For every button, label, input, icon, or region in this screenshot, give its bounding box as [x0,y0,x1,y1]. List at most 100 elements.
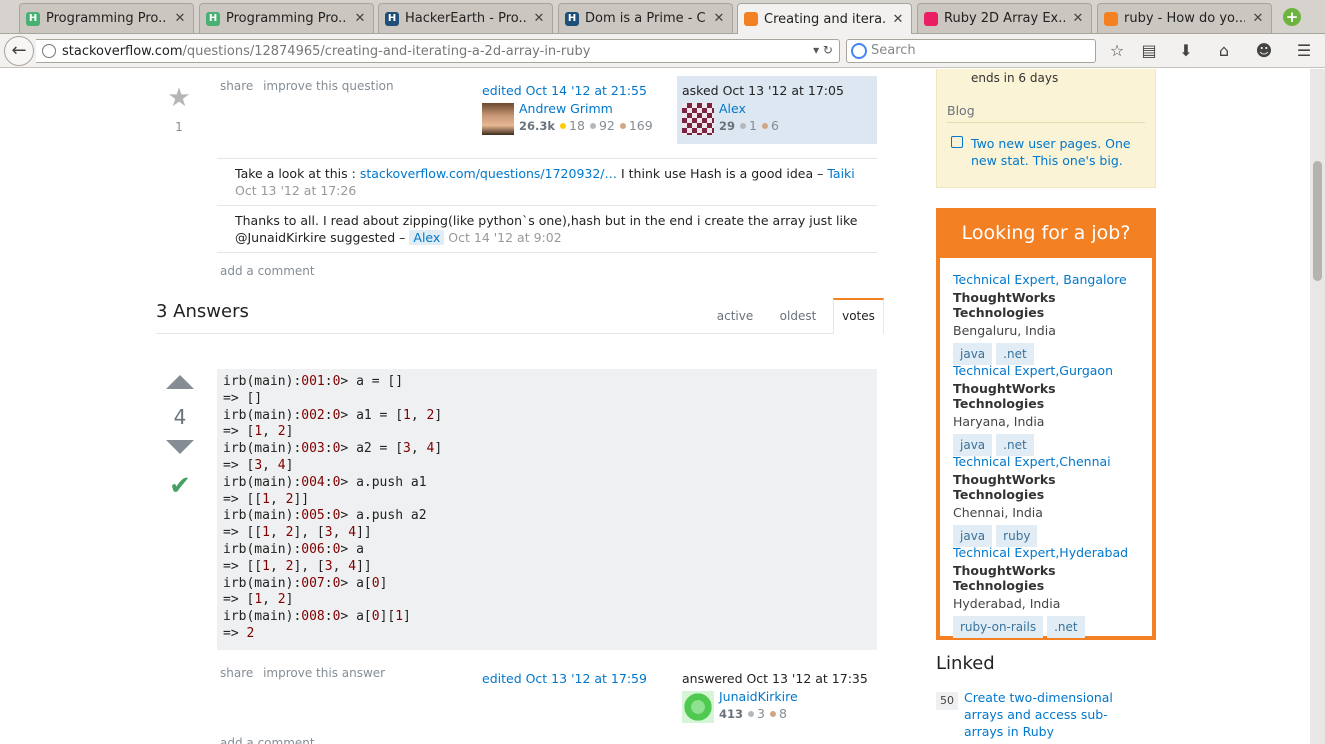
code-token: irb(main): [223,508,302,524]
close-tab-icon[interactable]: ✕ [1251,11,1265,26]
job-tag[interactable]: java [953,525,993,547]
answers-divider [156,333,884,334]
job-title-link[interactable]: Technical Expert,Hyderabad [953,545,1143,560]
comment-time: Oct 13 '12 at 17:26 [235,183,357,198]
download-icon[interactable]: ⬇ [1177,42,1195,60]
browser-tab[interactable]: H Programming Pro... ✕ [19,3,194,33]
job-title-link[interactable]: Technical Expert,Gurgaon [953,363,1143,378]
reading-list-icon[interactable]: ▤ [1140,42,1158,60]
edited-timestamp[interactable]: edited Oct 14 '12 at 21:55 [482,83,672,98]
browser-tab[interactable]: Ruby 2D Array Ex... ✕ [917,3,1092,33]
close-tab-icon[interactable]: ✕ [712,11,726,26]
browser-tab[interactable]: H Dom is a Prime - C... ✕ [558,3,733,33]
blog-post-link[interactable]: Two new user pages. One new stat. This o… [971,135,1141,169]
improve-question-link[interactable]: improve this question [263,79,394,93]
avatar[interactable] [682,103,714,135]
job-title-link[interactable]: Technical Expert, Bangalore [953,272,1143,287]
code-token: ], [ [293,525,325,541]
stackoverflow-icon [1104,11,1118,26]
bookmark-star-icon[interactable]: ☆ [1108,42,1126,60]
new-tab-button[interactable]: + [1283,8,1301,26]
linked-question-link[interactable]: Create two-dimensional arrays and access… [964,689,1114,740]
code-token: , [410,407,427,423]
job-tag[interactable]: ruby-on-rails [953,616,1044,638]
home-icon[interactable]: ⌂ [1215,42,1233,60]
close-tab-icon[interactable]: ✕ [891,12,905,27]
avatar[interactable] [482,103,514,135]
job-title-link[interactable]: Technical Expert,Chennai [953,454,1143,469]
job-tags: java ruby [953,525,1143,547]
stackoverflow-icon [744,12,758,26]
code-line: => [[1, 2]] [223,492,871,509]
share-link[interactable]: share [220,666,253,680]
code-token: 3 [254,457,263,473]
globe-icon [42,44,56,58]
page-scrollbar[interactable] [1310,69,1325,744]
scrollbar-thumb[interactable] [1313,161,1322,281]
silver-count: 3 [757,706,765,721]
browser-tab[interactable]: ruby - How do yo... ✕ [1097,3,1272,33]
dropdown-reload-icon[interactable]: ▾ ↻ [813,43,833,57]
job-tag[interactable]: .net [996,434,1034,456]
tab-active[interactable]: active [710,309,760,323]
blog-icon [951,136,963,148]
url-bar[interactable]: stackoverflow.com/questions/12874965/cre… [36,39,840,63]
favorite-star-icon[interactable]: ★ [164,83,194,113]
comment-user[interactable]: Taiki [827,166,854,181]
job-company: ThoughtWorks Technologies [953,290,1056,320]
browser-tab[interactable]: H Programming Pro... ✕ [199,3,374,33]
code-token: => [[ [223,525,263,541]
multicolor-grid-icon [924,11,938,26]
close-tab-icon[interactable]: ✕ [532,11,546,26]
tab-oldest[interactable]: oldest [772,309,824,323]
tab-votes[interactable]: votes [833,298,884,334]
question-post-menu: share improve this question [220,79,400,93]
job-tag[interactable]: java [953,343,993,365]
menu-icon[interactable]: ☰ [1295,42,1313,60]
add-comment-link[interactable]: add a comment [220,736,315,744]
code-token: 2 [277,424,286,440]
code-token: ] [403,609,411,625]
downvote-button[interactable] [165,440,195,454]
code-token: : [324,441,333,457]
browser-tab[interactable]: H HackerEarth - Pro... ✕ [378,3,553,33]
close-tab-icon[interactable]: ✕ [1071,11,1085,26]
add-comment-link[interactable]: add a comment [220,264,315,278]
code-token: irb(main): [223,541,302,557]
job-tag[interactable]: java [953,434,993,456]
answerer-username[interactable]: JunaidKirkire [719,689,798,704]
google-search-icon [851,43,867,59]
asker-username[interactable]: Alex [719,101,779,116]
code-token: : [324,575,333,591]
improve-answer-link[interactable]: improve this answer [263,666,385,680]
linked-vote-count: 50 [936,692,958,710]
close-tab-icon[interactable]: ✕ [353,11,367,26]
browser-tab[interactable]: Creating and itera... ✕ [737,3,912,34]
accepted-checkmark-icon: ✔ [169,471,191,501]
code-line: => [] [223,391,871,408]
answer-edited-timestamp[interactable]: edited Oct 13 '12 at 17:59 [482,671,647,686]
job-company: ThoughtWorks Technologies [953,381,1056,411]
back-button[interactable]: ← [4,36,34,66]
close-tab-icon[interactable]: ✕ [173,11,187,26]
code-token: , [410,441,427,457]
bronze-badge-icon [769,711,776,717]
comment-user[interactable]: Alex [409,230,445,245]
editor-username[interactable]: Andrew Grimm [519,101,653,116]
hackerearth-logo-icon: H [385,11,399,26]
job-listing: Technical Expert,Chennai ThoughtWorks Tec… [953,454,1143,547]
job-tag[interactable]: .net [996,343,1034,365]
silver-count: 1 [749,118,757,133]
avatar[interactable] [682,691,714,723]
job-tag[interactable]: .net [1047,616,1085,638]
comment-time: Oct 14 '12 at 9:02 [448,230,562,245]
search-input[interactable]: Search [846,39,1096,63]
chat-icon[interactable]: ☻ [1255,42,1273,60]
comment-link[interactable]: stackoverflow.com/questions/1720932/… [360,166,617,181]
job-company: ThoughtWorks Technologies [953,472,1056,502]
upvote-button[interactable] [165,375,195,389]
code-token: irb(main): [223,374,302,389]
job-tag[interactable]: ruby [996,525,1038,547]
share-link[interactable]: share [220,79,253,93]
tab-title: ruby - How do yo... [1124,11,1245,26]
